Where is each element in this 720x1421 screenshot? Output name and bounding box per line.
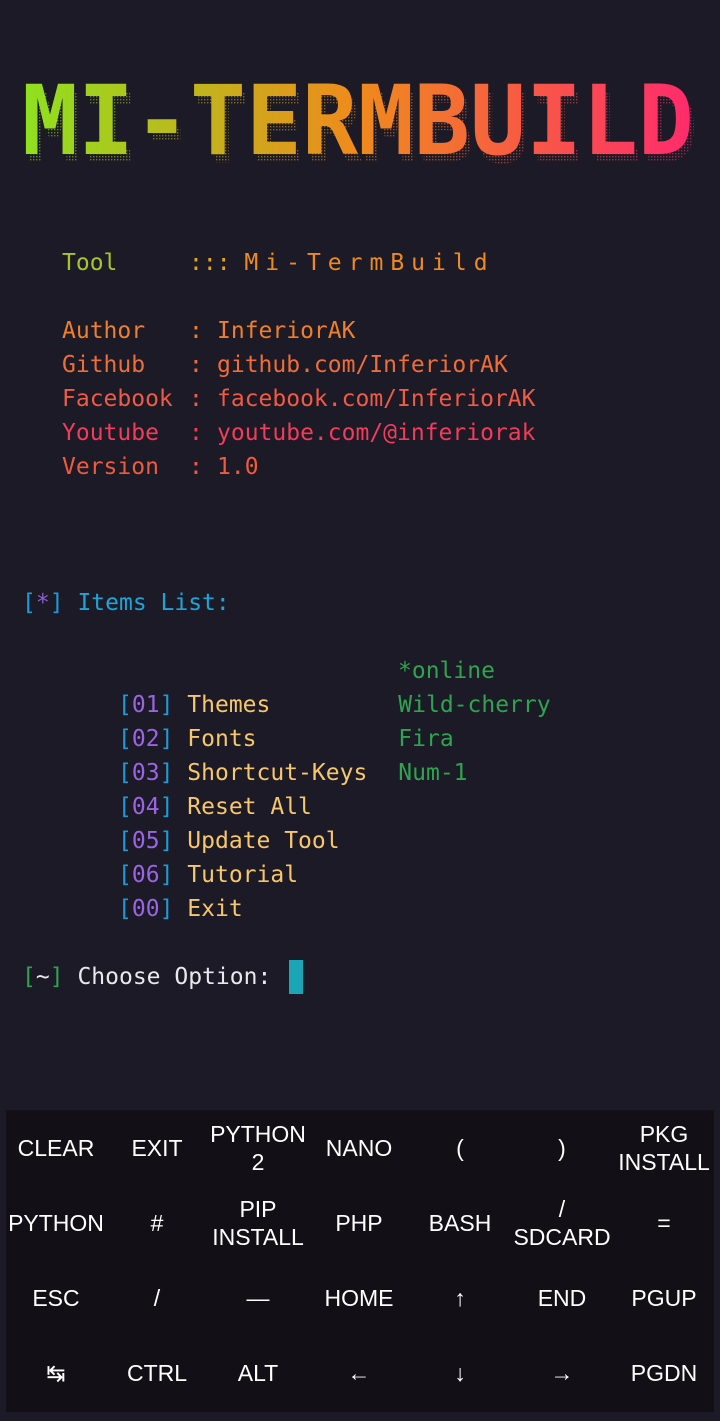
menu-number: 06 [131, 862, 160, 888]
info-key: Github [62, 352, 146, 378]
info-row-author: Author: InferiorAK [62, 314, 355, 348]
info-colon: : [189, 352, 203, 378]
banner-title: MI-TERMBUILD [22, 76, 694, 177]
info-key: Version [62, 454, 159, 480]
menu-item-01[interactable]: [01] Themes Wild-cherry [118, 688, 551, 722]
menu-item-02[interactable]: [02] Fonts Fira [118, 722, 454, 756]
key-arrow-down[interactable]: ↓ [410, 1335, 510, 1410]
key-exit[interactable]: EXIT [106, 1110, 208, 1185]
menu-label: Reset All [187, 794, 312, 820]
tool-separator: ::: [189, 250, 231, 276]
key-python[interactable]: PYTHON [6, 1185, 106, 1260]
banner-logo: MI-TERMBUILD MI-TERMBUILD [22, 76, 696, 184]
key-pgup[interactable]: PGUP [614, 1260, 714, 1335]
menu-status: Fira [398, 726, 454, 752]
key-esc[interactable]: ESC [6, 1260, 106, 1335]
key-equals[interactable]: = [614, 1185, 714, 1260]
key-end[interactable]: END [510, 1260, 614, 1335]
items-list-title: Items List: [77, 590, 230, 616]
terminal-output: MI-TERMBUILD MI-TERMBUILD Tool::: Mi-Ter… [0, 0, 720, 1105]
key-pip-install[interactable]: PIP INSTALL [208, 1185, 308, 1260]
menu-number: 03 [131, 760, 160, 786]
key-arrow-right[interactable]: → [510, 1335, 614, 1410]
key-slash[interactable]: / [106, 1260, 208, 1335]
menu-item-05[interactable]: [05] Update Tool [118, 824, 398, 858]
menu-number: 05 [131, 828, 160, 854]
key-bash[interactable]: BASH [410, 1185, 510, 1260]
menu-label: Tutorial [187, 862, 299, 888]
info-value: facebook.com/InferiorAK [217, 386, 536, 412]
items-list-header: [*] Items List: [22, 590, 230, 616]
menu-item-03[interactable]: [03] Shortcut-Keys Num-1 [118, 756, 468, 790]
tilde-marker: ~ [35, 964, 50, 990]
info-row-youtube: Youtube: youtube.com/@inferiorak [62, 416, 536, 450]
prompt-text: Choose Option: [77, 964, 272, 990]
menu-status: Num-1 [398, 760, 468, 786]
menu-item-06[interactable]: [06] Tutorial [118, 858, 398, 892]
info-colon: : [189, 420, 203, 446]
key-hash[interactable]: # [106, 1185, 208, 1260]
menu-label: Themes [187, 692, 271, 718]
key-php[interactable]: PHP [308, 1185, 410, 1260]
key-python2[interactable]: PYTHON 2 [208, 1110, 308, 1185]
menu-item-04[interactable]: [04] Reset All [118, 790, 398, 824]
key-close-paren[interactable]: ) [510, 1110, 614, 1185]
info-value: youtube.com/@inferiorak [217, 420, 536, 446]
tool-line: Tool::: Mi-TermBuild [62, 246, 495, 280]
tool-label: Tool [62, 250, 118, 276]
key-pkg-install[interactable]: PKG INSTALL [614, 1110, 714, 1185]
menu-label: Exit [187, 896, 243, 922]
info-value: InferiorAK [217, 318, 356, 344]
tool-name: Mi-TermBuild [244, 250, 495, 276]
key-tab[interactable]: ↹ [6, 1335, 106, 1410]
info-row-version: Version:1.0 [62, 450, 259, 484]
key-pgdn[interactable]: PGDN [614, 1335, 714, 1410]
key-sdcard[interactable]: / SDCARD [510, 1185, 614, 1260]
key-alt[interactable]: ALT [208, 1335, 308, 1410]
online-label: *online [398, 658, 495, 684]
menu-item-00[interactable]: [00] Exit [118, 892, 398, 926]
key-arrow-up[interactable]: ↑ [410, 1260, 510, 1335]
key-home[interactable]: HOME [308, 1260, 410, 1335]
key-ctrl[interactable]: CTRL [106, 1335, 208, 1410]
key-clear[interactable]: CLEAR [6, 1110, 106, 1185]
key-dash[interactable]: — [208, 1260, 308, 1335]
info-key: Author [62, 318, 146, 344]
info-colon: : [189, 386, 203, 412]
info-colon: : [189, 454, 203, 480]
menu-label: Update Tool [187, 828, 340, 854]
key-open-paren[interactable]: ( [410, 1110, 510, 1185]
info-colon: : [189, 318, 203, 344]
menu-status: Wild-cherry [398, 692, 551, 718]
key-nano[interactable]: NANO [308, 1110, 410, 1185]
extra-keys-bar: CLEAR EXIT PYTHON 2 NANO() PKG INSTALL PYTHON… [6, 1110, 714, 1412]
star-marker: * [35, 590, 50, 616]
text-cursor [289, 960, 304, 994]
menu-label: Shortcut-Keys [187, 760, 368, 786]
menu-number: 00 [131, 896, 160, 922]
info-value: 1.0 [217, 454, 259, 480]
info-row-facebook: Facebook: facebook.com/InferiorAK [62, 382, 536, 416]
info-key: Youtube [62, 420, 159, 446]
key-arrow-left[interactable]: ← [308, 1335, 410, 1410]
info-value: github.com/InferiorAK [217, 352, 508, 378]
info-row-github: Github: github.com/InferiorAK [62, 348, 508, 382]
menu-number: 02 [131, 726, 160, 752]
choose-option-prompt[interactable]: [~] Choose Option: [22, 960, 304, 994]
menu-number: 04 [131, 794, 160, 820]
menu-label: Fonts [187, 726, 257, 752]
menu-number: 01 [131, 692, 160, 718]
info-key: Facebook [62, 386, 173, 412]
